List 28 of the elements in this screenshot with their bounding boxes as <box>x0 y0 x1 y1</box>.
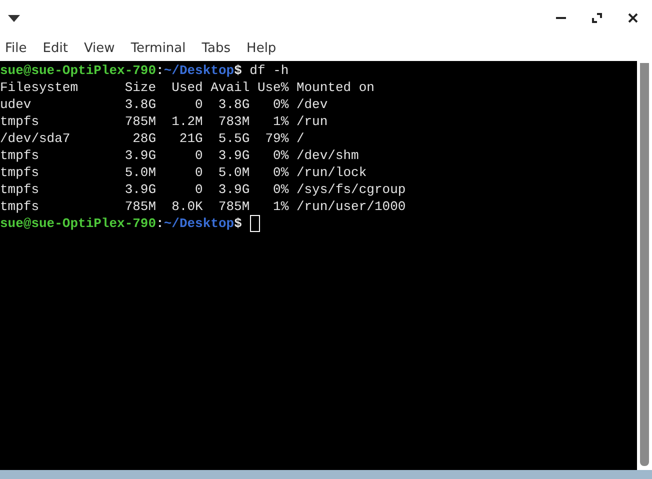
output-line: tmpfs 3.9G 0 3.9G 0% /sys/fs/cgroup <box>0 181 406 198</box>
output-line: tmpfs 785M 1.2M 783M 1% /run <box>0 113 328 130</box>
prompt-path: ~/Desktop <box>164 62 234 79</box>
menu-item[interactable]: Help <box>246 38 276 58</box>
prompt-separator: : <box>156 62 164 79</box>
prompt-separator: : <box>156 215 164 232</box>
terminal-area[interactable] <box>0 61 637 470</box>
menu-item[interactable]: Tabs <box>202 38 231 58</box>
prompt-user-host: sue@sue-OptiPlex-790 <box>0 215 156 232</box>
menu-item[interactable]: Edit <box>42 38 68 58</box>
prompt-symbol: $ <box>234 62 242 79</box>
menu-item[interactable]: View <box>84 38 115 58</box>
close-icon[interactable] <box>628 13 638 23</box>
prompt-symbol: $ <box>234 215 242 232</box>
output-line: tmpfs 5.0M 0 5.0M 0% /run/lock <box>0 164 367 181</box>
output-line: Filesystem Size Used Avail Use% Mounted on <box>0 79 374 96</box>
maximize-icon[interactable] <box>592 13 602 23</box>
prompt-path: ~/Desktop <box>164 215 234 232</box>
dropdown-icon[interactable] <box>8 14 20 22</box>
menu-item[interactable]: File <box>5 38 27 58</box>
menu-item[interactable]: Terminal <box>130 38 186 58</box>
output-line: tmpfs 785M 8.0K 785M 1% /run/user/1000 <box>0 198 406 215</box>
output-line: tmpfs 3.9G 0 3.9G 0% /dev/shm <box>0 147 359 164</box>
command-text: df -h <box>248 62 289 79</box>
minimize-icon[interactable] <box>556 16 566 20</box>
output-line: /dev/sda7 28G 21G 5.5G 79% / <box>0 130 304 147</box>
output-line: udev 3.8G 0 3.8G 0% /dev <box>0 96 328 113</box>
prompt-user-host: sue@sue-OptiPlex-790 <box>0 62 156 79</box>
